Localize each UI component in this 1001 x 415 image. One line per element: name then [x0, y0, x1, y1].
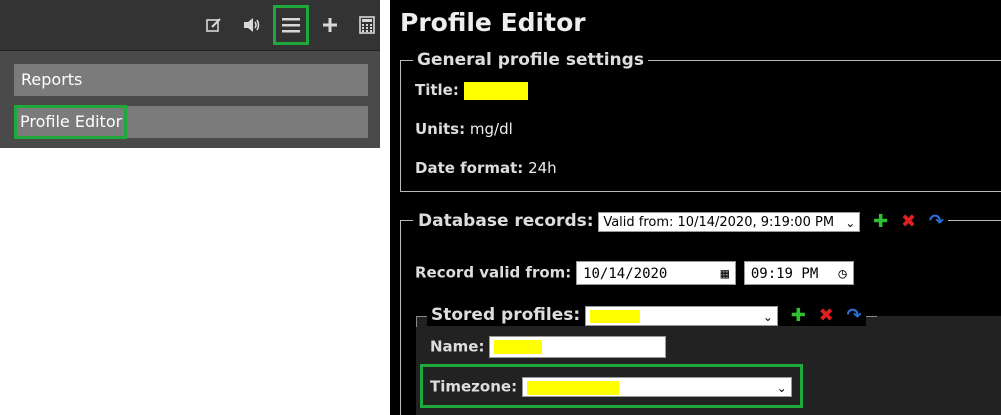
delete-record-icon[interactable]: ✖ [901, 211, 916, 232]
title-input[interactable] [463, 81, 528, 100]
record-date-input[interactable]: 10/14/2020 ▦ [576, 261, 737, 286]
menu-item-label: Reports [21, 70, 83, 89]
date-format-label: Date format: [415, 159, 524, 177]
general-settings-legend: General profile settings [417, 50, 644, 70]
date-format-row: Date format: 24h [415, 159, 557, 177]
reset-profile-icon[interactable]: ↷ [846, 305, 861, 326]
delete-profile-icon[interactable]: ✖ [819, 305, 834, 326]
record-valid-label: Record valid from: [415, 263, 572, 282]
menu-item-profile-editor[interactable]: Profile Editor [14, 105, 368, 139]
calculator-icon[interactable] [352, 7, 382, 43]
nav-panel: Reports Profile Editor [0, 0, 380, 148]
menu-icon[interactable] [273, 5, 309, 45]
timezone-select[interactable]: ⌄ [521, 377, 792, 397]
clock-icon[interactable]: ◷ [838, 262, 846, 286]
add-profile-icon[interactable]: ✚ [791, 305, 806, 326]
date-format-value[interactable]: 24h [528, 159, 557, 177]
chevron-down-icon: ⌄ [776, 381, 787, 395]
valid-from-select[interactable]: Valid from: 10/14/2020, 9:19:00 PM ⌄ [598, 211, 861, 232]
chevron-down-icon: ⌄ [762, 309, 773, 324]
stored-profiles-header: Stored profiles: ⌄ ✚ ✖ ↷ [427, 305, 866, 326]
units-row: Units: mg/dl [415, 120, 513, 138]
database-records-header: Database records: Valid from: 10/14/2020… [414, 211, 948, 232]
name-input[interactable] [489, 336, 667, 358]
timezone-label: Timezone: [430, 377, 518, 396]
title-row: Title: [415, 81, 528, 100]
record-valid-row: Record valid from: 10/14/2020 ▦ 09:19 PM ◷ [415, 261, 854, 285]
calendar-icon[interactable]: ▦ [721, 262, 729, 286]
database-records-legend: Database records: [418, 211, 594, 231]
title-label: Title: [415, 81, 459, 99]
timezone-row: Timezone: ⌄ [430, 377, 792, 397]
record-time-input[interactable]: 09:19 PM ◷ [743, 261, 854, 286]
chevron-down-icon: ⌄ [845, 215, 856, 230]
stored-profiles-legend: Stored profiles: [431, 305, 581, 325]
toolbar [0, 0, 380, 51]
edit-icon[interactable] [199, 7, 229, 43]
name-label: Name: [430, 337, 485, 356]
plus-icon[interactable] [315, 7, 345, 43]
profile-editor-panel: Profile Editor General profile settings … [390, 0, 1001, 415]
menu-item-reports[interactable]: Reports [14, 64, 368, 96]
speaker-icon[interactable] [237, 7, 267, 43]
reset-record-icon[interactable]: ↷ [929, 211, 944, 232]
menu-item-label: Profile Editor [14, 105, 128, 139]
add-record-icon[interactable]: ✚ [873, 211, 888, 232]
units-label: Units: [415, 120, 466, 138]
page-title: Profile Editor [400, 8, 586, 37]
name-row: Name: [430, 336, 667, 358]
stored-profile-select[interactable]: ⌄ [584, 305, 778, 326]
units-value[interactable]: mg/dl [470, 120, 513, 138]
